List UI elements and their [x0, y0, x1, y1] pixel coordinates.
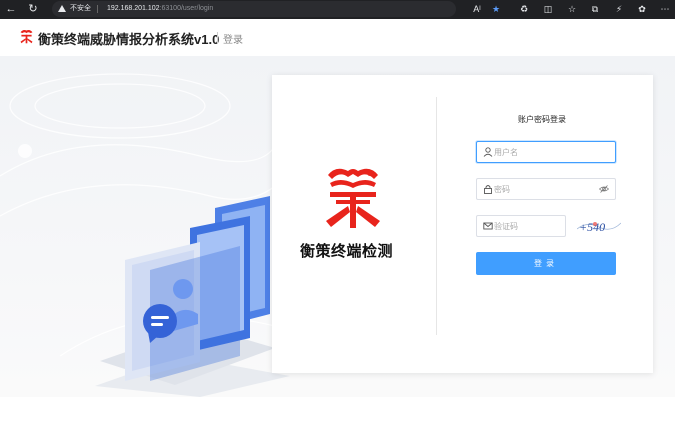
login-button[interactable]: 登录 — [476, 252, 616, 275]
url-host: 192.168.201.102 — [107, 5, 160, 12]
browser-toolbar: ← ↻ 不安全 192.168.201.102:6310​0/user/logi… — [0, 0, 675, 19]
header-logo-icon — [20, 29, 33, 44]
card-divider — [436, 97, 437, 335]
read-aloud-icon[interactable]: Aˡ — [471, 3, 483, 15]
login-form-title: 账户密码登录 — [518, 115, 566, 124]
lock-icon — [484, 185, 492, 194]
username-field[interactable] — [476, 141, 616, 163]
security-label[interactable]: 不安全 — [70, 1, 91, 17]
address-separator — [97, 5, 98, 13]
warning-icon — [58, 5, 66, 12]
brand-name: 衡策终端检测 — [300, 243, 394, 260]
performance-icon[interactable]: ⚡ — [613, 3, 625, 15]
captcha-field[interactable] — [476, 215, 566, 237]
back-icon[interactable]: ← — [4, 2, 18, 16]
app-title: 衡策终端威胁情报分析系统v1.0 — [38, 32, 220, 47]
split-screen-icon[interactable]: ◫ — [542, 3, 554, 15]
collections-icon[interactable]: ⧉ — [589, 3, 601, 15]
refresh-icon[interactable]: ↻ — [26, 2, 40, 16]
captcha-image[interactable]: +540 — [577, 215, 621, 237]
mail-icon — [483, 222, 493, 230]
favorites-icon[interactable]: ☆ — [566, 3, 578, 15]
page-footer-area — [0, 397, 675, 422]
username-input[interactable] — [494, 142, 597, 162]
header-login-link[interactable]: 登录 — [223, 31, 243, 46]
password-field[interactable] — [476, 178, 616, 200]
url-text: 192.168.201.102:6310​0/user/login — [107, 1, 213, 17]
captcha-text: +540 — [579, 220, 605, 234]
password-input[interactable] — [494, 179, 597, 199]
captcha-input[interactable] — [494, 216, 547, 236]
more-icon[interactable]: ⋯ — [659, 3, 671, 15]
header-divider — [217, 32, 218, 44]
eye-off-icon[interactable] — [599, 184, 609, 194]
address-bar[interactable]: 不安全 192.168.201.102:6310​0/user/login — [52, 1, 456, 17]
extensions-icon[interactable]: ♻ — [518, 3, 530, 15]
favorite-star-icon[interactable]: ★ — [490, 3, 502, 15]
brand-logo-icon — [326, 168, 380, 228]
user-icon — [483, 147, 493, 157]
copilot-icon[interactable]: ✿ — [636, 3, 648, 15]
url-path: :6310​0/user/login — [159, 5, 214, 12]
